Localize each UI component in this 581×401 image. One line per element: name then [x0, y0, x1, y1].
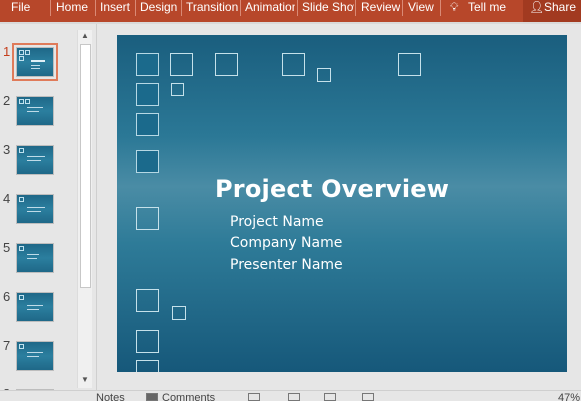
mini-title	[31, 60, 45, 62]
slide-preview	[16, 243, 54, 273]
mini-square	[19, 148, 24, 153]
slide-canvas[interactable]: Project Overview Project Name Company Na…	[117, 35, 567, 372]
scroll-up-icon[interactable]: ▲	[78, 30, 92, 42]
scroll-down-icon[interactable]: ▼	[78, 374, 92, 386]
slide-thumbnail-2[interactable]: 2	[0, 93, 80, 133]
slide-title[interactable]: Project Overview	[215, 175, 449, 203]
mini-square	[19, 295, 24, 300]
person-icon: 👤︎	[529, 0, 545, 14]
mini-square	[19, 99, 24, 104]
decorative-square	[398, 53, 421, 76]
slide-number: 3	[3, 142, 11, 157]
decorative-square	[170, 53, 193, 76]
mini-line	[27, 207, 45, 208]
tab-view[interactable]: View	[408, 0, 434, 22]
tab-file[interactable]: File	[11, 0, 30, 22]
mini-line	[31, 65, 40, 66]
scroll-thumb[interactable]	[80, 44, 91, 288]
slide-preview	[16, 145, 54, 175]
mini-line	[27, 211, 41, 212]
mini-square	[19, 344, 24, 349]
status-bar: Notes Comments 47%	[0, 390, 581, 401]
mini-line	[27, 352, 43, 353]
decorative-square	[136, 289, 159, 312]
decorative-square	[136, 83, 159, 106]
slide-thumbnail-4[interactable]: 4	[0, 191, 80, 231]
tab-separator	[95, 0, 96, 16]
subtitle-line-presenter-name[interactable]: Presenter Name	[230, 257, 343, 273]
ribbon-tabs: File Home Insert Design Transitions Anim…	[0, 0, 581, 22]
mini-line	[27, 160, 41, 161]
slide-preview	[12, 43, 58, 81]
tab-separator	[297, 0, 298, 16]
tab-review[interactable]: Review	[361, 0, 400, 22]
slide-number: 7	[3, 338, 11, 353]
slide-number: 6	[3, 289, 11, 304]
slide-number: 4	[3, 191, 11, 206]
mini-square	[25, 99, 30, 104]
tab-separator	[181, 0, 182, 16]
mini-square	[19, 50, 24, 55]
mini-line	[27, 305, 43, 306]
tab-separator	[355, 0, 356, 16]
tab-animations[interactable]: Animations	[245, 0, 295, 22]
slide-number: 5	[3, 240, 11, 255]
tab-slide-show[interactable]: Slide Show	[302, 0, 354, 22]
mini-line	[27, 258, 37, 259]
decorative-square	[317, 68, 331, 82]
mini-line	[27, 111, 39, 112]
slide-thumbnail-7[interactable]: 7	[0, 338, 80, 378]
slide-preview	[16, 341, 54, 371]
subtitle-line-project-name[interactable]: Project Name	[230, 214, 324, 230]
decorative-square	[136, 330, 159, 353]
slide-number: 1	[3, 44, 11, 59]
tab-separator	[50, 0, 51, 16]
mini-square	[19, 56, 24, 61]
tell-me-box[interactable]: 💡︎ Tell me	[450, 0, 516, 22]
share-label: Share	[544, 0, 577, 14]
decorative-square	[172, 306, 186, 320]
mini-square	[25, 50, 30, 55]
tab-transitions[interactable]: Transitions	[186, 0, 238, 22]
slide-thumbnail-1[interactable]: 1	[0, 43, 80, 84]
slide-thumbnail-3[interactable]: 3	[0, 142, 80, 182]
mini-square	[19, 197, 24, 202]
subtitle-line-company-name[interactable]: Company Name	[230, 235, 342, 251]
slide-thumbnail-5[interactable]: 5	[0, 240, 80, 280]
mini-square	[19, 246, 24, 251]
decorative-square	[136, 150, 159, 173]
tab-separator	[135, 0, 136, 16]
tab-separator	[440, 0, 441, 16]
mini-line	[27, 156, 45, 157]
decorative-square	[136, 53, 159, 76]
mini-line	[31, 68, 40, 69]
decorative-square	[136, 207, 159, 230]
tab-separator	[402, 0, 403, 16]
tab-insert[interactable]: Insert	[100, 0, 130, 22]
tab-design[interactable]: Design	[140, 0, 177, 22]
share-button[interactable]: 👤︎ Share	[523, 0, 581, 22]
decorative-square	[215, 53, 238, 76]
decorative-square	[136, 360, 159, 372]
decorative-square	[136, 113, 159, 136]
slide-number: 2	[3, 93, 11, 108]
mini-line	[27, 254, 39, 255]
slide-preview	[16, 194, 54, 224]
slide-preview	[16, 96, 54, 126]
mini-line	[27, 356, 39, 357]
slide-preview	[16, 292, 54, 322]
mini-line	[27, 309, 39, 310]
slide-thumbnail-6[interactable]: 6	[0, 289, 80, 329]
tell-me-label: Tell me	[468, 0, 507, 14]
tab-home[interactable]: Home	[56, 0, 88, 22]
tab-separator	[240, 0, 241, 16]
decorative-square	[282, 53, 305, 76]
decorative-square	[171, 83, 184, 96]
thumbnail-scrollbar[interactable]: ▲ ▼	[77, 30, 92, 388]
mini-line	[27, 107, 43, 108]
lightbulb-icon: 💡︎	[450, 0, 459, 14]
